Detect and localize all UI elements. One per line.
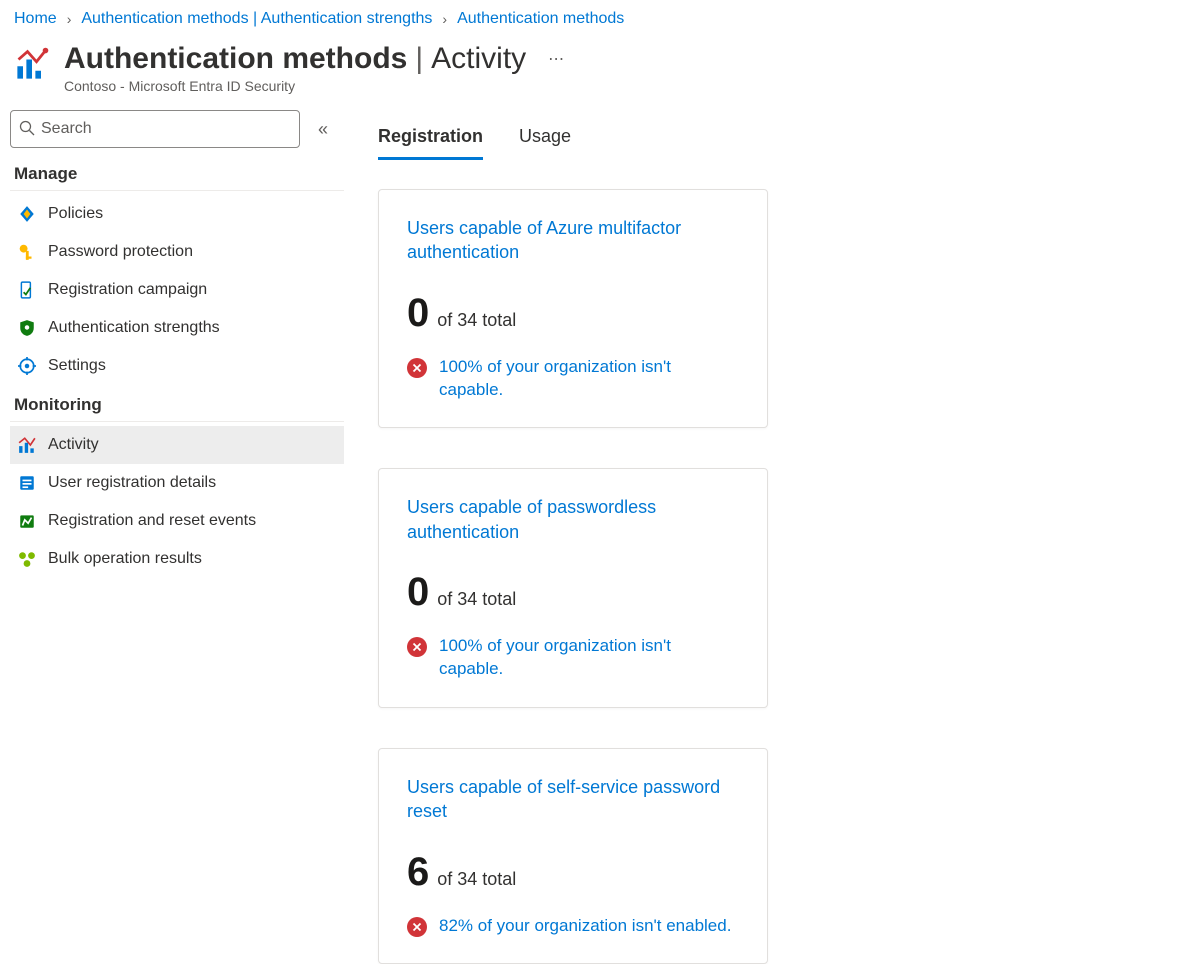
sidebar-item-label: Authentication strengths: [48, 319, 220, 337]
sidebar-item-policies[interactable]: Policies: [10, 195, 344, 233]
activity-icon: [18, 436, 36, 454]
card-count: 6: [407, 850, 429, 895]
sidebar-item-settings[interactable]: Settings: [10, 347, 344, 385]
card-title-link[interactable]: Users capable of self-service password r…: [407, 775, 739, 824]
search-input[interactable]: [41, 120, 291, 138]
nav-section-manage: Manage: [10, 154, 344, 191]
events-icon: [18, 512, 36, 530]
sidebar-item-label: Registration campaign: [48, 281, 207, 299]
sidebar-item-registration-reset-events[interactable]: Registration and reset events: [10, 502, 344, 540]
gear-icon: [18, 357, 36, 375]
error-icon: [407, 358, 427, 378]
breadcrumb-auth-methods[interactable]: Authentication methods: [457, 10, 624, 28]
card-sspr-capable: Users capable of self-service password r…: [378, 748, 768, 964]
card-alert-link[interactable]: 82% of your organization isn't enabled.: [439, 915, 731, 938]
breadcrumb: Home › Authentication methods | Authenti…: [0, 0, 1200, 32]
policies-icon: [18, 205, 36, 223]
sidebar-item-label: User registration details: [48, 474, 216, 492]
main-content: Registration Usage Users capable of Azur…: [352, 110, 1200, 964]
sidebar-item-bulk-operation-results[interactable]: Bulk operation results: [10, 540, 344, 578]
breadcrumb-home[interactable]: Home: [14, 10, 57, 28]
sidebar-item-label: Registration and reset events: [48, 512, 256, 530]
sidebar-item-activity[interactable]: Activity: [10, 426, 344, 464]
card-of-total: of 34 total: [437, 869, 516, 890]
shield-icon: [18, 319, 36, 337]
card-count: 0: [407, 570, 429, 615]
sidebar-item-label: Password protection: [48, 243, 193, 261]
card-count: 0: [407, 291, 429, 336]
activity-header-icon: [14, 46, 50, 82]
page-header: Authentication methods | Activity ⋯ Cont…: [0, 32, 1200, 110]
search-box[interactable]: [10, 110, 300, 148]
card-title-link[interactable]: Users capable of Azure multifactor authe…: [407, 216, 739, 265]
tabs: Registration Usage: [378, 120, 1180, 161]
page-subtitle: Contoso - Microsoft Entra ID Security: [64, 78, 566, 94]
sidebar: « Manage Policies Password protection Re…: [0, 110, 352, 964]
sidebar-item-user-registration-details[interactable]: User registration details: [10, 464, 344, 502]
card-of-total: of 34 total: [437, 310, 516, 331]
sidebar-item-authentication-strengths[interactable]: Authentication strengths: [10, 309, 344, 347]
sidebar-item-password-protection[interactable]: Password protection: [10, 233, 344, 271]
page-title: Authentication methods | Activity ⋯: [64, 42, 566, 76]
card-mfa-capable: Users capable of Azure multifactor authe…: [378, 189, 768, 428]
sidebar-item-label: Policies: [48, 205, 103, 223]
card-of-total: of 34 total: [437, 589, 516, 610]
sidebar-item-label: Settings: [48, 357, 106, 375]
bulk-icon: [18, 550, 36, 568]
nav-section-monitoring: Monitoring: [10, 385, 344, 422]
card-title-link[interactable]: Users capable of passwordless authentica…: [407, 495, 739, 544]
details-icon: [18, 474, 36, 492]
more-actions-button[interactable]: ⋯: [548, 49, 566, 69]
error-icon: [407, 917, 427, 937]
search-icon: [19, 120, 35, 139]
card-passwordless-capable: Users capable of passwordless authentica…: [378, 468, 768, 707]
card-alert-link[interactable]: 100% of your organization isn't capable.: [439, 635, 739, 681]
chevron-right-icon: ›: [442, 11, 447, 27]
error-icon: [407, 637, 427, 657]
sidebar-item-label: Activity: [48, 436, 99, 454]
tab-usage[interactable]: Usage: [519, 120, 571, 160]
sidebar-item-label: Bulk operation results: [48, 550, 202, 568]
breadcrumb-auth-strengths[interactable]: Authentication methods | Authentication …: [81, 10, 432, 28]
chevron-right-icon: ›: [67, 11, 72, 27]
page-title-main: Authentication methods: [64, 42, 407, 76]
key-icon: [18, 243, 36, 261]
sidebar-item-registration-campaign[interactable]: Registration campaign: [10, 271, 344, 309]
page-title-sub: Activity: [431, 42, 526, 76]
tab-registration[interactable]: Registration: [378, 120, 483, 160]
campaign-icon: [18, 281, 36, 299]
card-alert-link[interactable]: 100% of your organization isn't capable.: [439, 356, 739, 402]
collapse-sidebar-button[interactable]: «: [318, 119, 328, 140]
